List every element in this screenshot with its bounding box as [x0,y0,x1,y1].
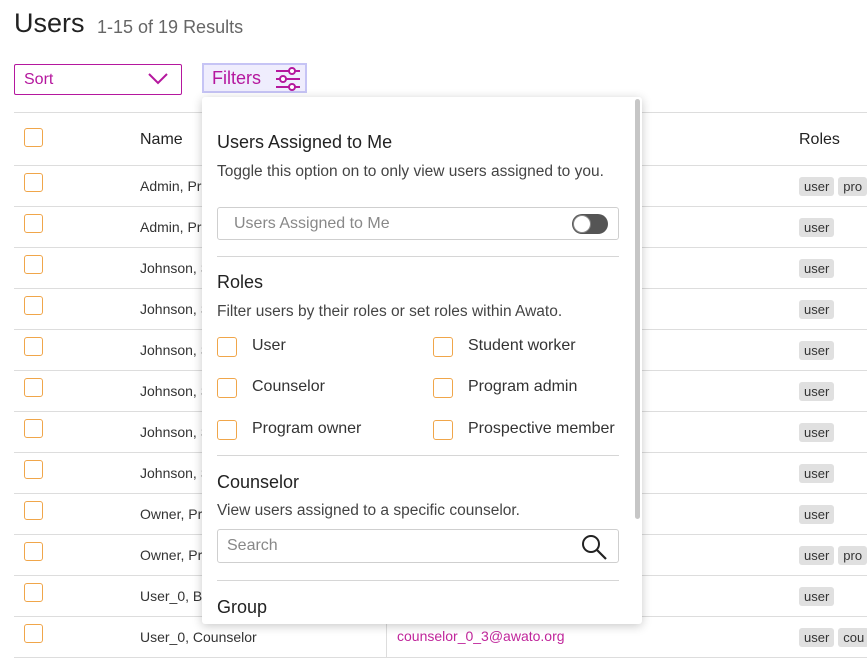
role-label-program-admin: Program admin [468,378,578,395]
user-name-cell[interactable]: User_0, Ba [140,588,210,604]
counselor-search-field [217,529,619,563]
role-checkbox-prospective-member[interactable] [433,420,453,440]
search-icon[interactable] [580,533,608,561]
counselor-section-description: View users assigned to a specific counse… [217,502,520,519]
role-chips: user [799,341,838,360]
chevron-down-icon [148,73,168,85]
sort-dropdown[interactable]: Sort [14,64,182,95]
row-checkbox[interactable] [24,173,43,192]
panel-scrollbar[interactable] [635,99,640,519]
role-chip: cou [838,628,867,647]
row-checkbox[interactable] [24,501,43,520]
row-checkbox[interactable] [24,460,43,479]
role-chip: pro [838,546,867,565]
group-section-title: Group [217,597,268,617]
user-name-cell[interactable]: Johnson, S [140,424,210,440]
role-chips: user [799,464,838,483]
filters-label: Filters [212,68,261,88]
row-checkbox[interactable] [24,255,43,274]
assigned-to-me-field: Users Assigned to Me [217,207,619,240]
user-name-cell[interactable]: Admin, Pro [140,178,209,194]
role-chip: user [799,218,835,237]
role-checkbox-counselor[interactable] [217,378,237,398]
user-name-cell[interactable]: Johnson, S [140,260,210,276]
role-chip: user [799,341,835,360]
sliders-icon [276,67,300,91]
user-name-cell[interactable]: Johnson, S [140,342,210,358]
role-chips: user [799,382,838,401]
role-checkbox-program-owner[interactable] [217,420,237,440]
toggle-knob [573,215,591,233]
role-chips: user pro [799,546,867,565]
role-chip: user [799,464,835,483]
role-chip: user [799,546,835,565]
column-header-name[interactable]: Name [140,131,183,149]
assigned-section-description: Toggle this option on to only view users… [217,163,604,180]
counselor-search-input[interactable] [227,536,567,556]
row-checkbox[interactable] [24,624,43,643]
section-divider [217,455,619,456]
role-chip: user [799,177,835,196]
role-chip: user [799,382,835,401]
user-name-cell[interactable]: Johnson, S [140,383,210,399]
user-name-cell[interactable]: Johnson, S [140,465,210,481]
row-checkbox[interactable] [24,378,43,397]
user-name-cell[interactable]: User_0, Counselor [140,629,257,645]
section-divider [217,256,619,257]
role-chips: user [799,505,838,524]
user-name-cell[interactable]: Owner, Pro [140,547,210,563]
section-divider [217,580,619,581]
row-checkbox[interactable] [24,337,43,356]
roles-section-title: Roles [217,272,264,292]
role-label-prospective-member: Prospective member [468,420,615,437]
row-checkbox[interactable] [24,583,43,602]
role-chips: user [799,587,838,606]
assigned-section-title: Users Assigned to Me [217,132,393,152]
row-checkbox[interactable] [24,542,43,561]
filters-button[interactable]: Filters [202,63,307,93]
user-name-cell[interactable]: Admin, Pro [140,219,209,235]
role-chips: user [799,218,838,237]
page-title: Users [14,8,85,38]
user-name-cell[interactable]: Johnson, S [140,301,210,317]
role-chip: pro [838,177,867,196]
assigned-to-me-toggle[interactable] [572,214,608,234]
user-email-link[interactable]: counselor_0_3@awato.org [397,628,565,644]
role-label-counselor: Counselor [252,378,325,395]
role-chips: user cou [799,628,867,647]
row-checkbox[interactable] [24,296,43,315]
role-checkbox-user[interactable] [217,337,237,357]
role-label-program-owner: Program owner [252,420,362,437]
counselor-section-title: Counselor [217,472,300,492]
filters-panel: Users Assigned to Me Toggle this option … [202,97,642,624]
role-checkbox-program-admin[interactable] [433,378,453,398]
role-chips: user [799,423,838,442]
select-all-checkbox[interactable] [24,128,43,147]
role-label-student-worker: Student worker [468,337,576,354]
role-chip: user [799,628,835,647]
roles-section-description: Filter users by their roles or set roles… [217,303,563,320]
sort-label: Sort [24,71,54,88]
role-chips: user [799,259,838,278]
row-checkbox[interactable] [24,419,43,438]
role-label-user: User [252,337,286,354]
row-checkbox[interactable] [24,214,43,233]
role-checkbox-student-worker[interactable] [433,337,453,357]
user-name-cell[interactable]: Owner, Pro [140,506,210,522]
role-chip: user [799,259,835,278]
column-header-roles[interactable]: Roles [799,131,840,149]
role-chips: user pro [799,177,867,196]
role-chip: user [799,300,835,319]
assigned-to-me-label: Users Assigned to Me [234,215,390,232]
results-count: 1-15 of 19 Results [97,17,244,37]
role-chip: user [799,505,835,524]
role-chip: user [799,423,835,442]
role-chip: user [799,587,835,606]
role-chips: user [799,300,838,319]
